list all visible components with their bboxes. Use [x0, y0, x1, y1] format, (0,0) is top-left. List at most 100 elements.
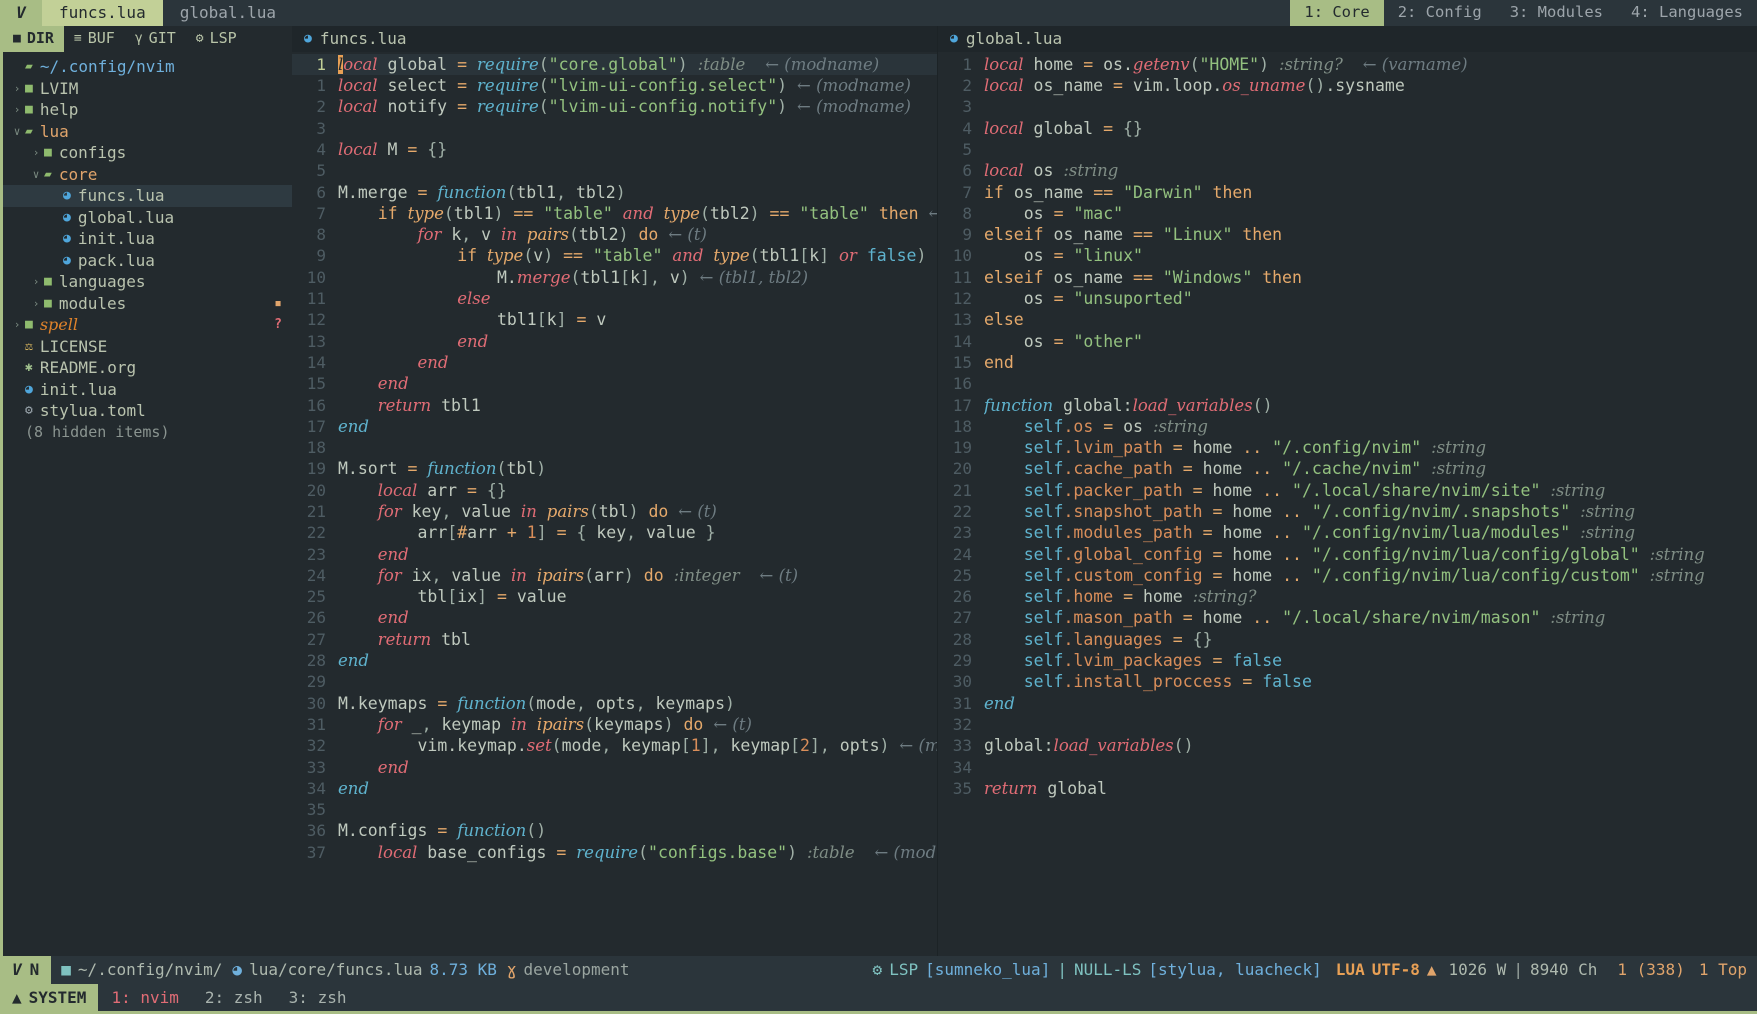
right-code-line[interactable]: 28 self.languages = {}	[938, 629, 1757, 650]
right-code-line[interactable]: 6 local os :string	[938, 160, 1757, 181]
left-code-line[interactable]: 24 for ix, value in ipairs(arr) do :inte…	[292, 565, 937, 586]
tree-item-core[interactable]: ∨ ▰ core	[3, 164, 292, 186]
left-code-line[interactable]: 12 tbl1[k] = v	[292, 310, 937, 331]
right-code-line[interactable]: 12 os = "unsuported"	[938, 288, 1757, 309]
left-code-line[interactable]: 31 for _, keymap in ipairs(keymaps) do ←…	[292, 714, 937, 735]
left-code-line[interactable]: 7 if type(tbl1) == "table" and type(tbl2…	[292, 203, 937, 224]
chevron-right-icon[interactable]: ›	[28, 293, 44, 315]
tree-item-init-lua[interactable]: ◕ init.lua	[3, 379, 292, 401]
sidebar-tab-dir[interactable]: ■ DIR	[3, 26, 64, 52]
tree-item-global-lua[interactable]: ◕ global.lua	[3, 207, 292, 229]
right-code-line[interactable]: 9 elseif os_name == "Linux" then	[938, 224, 1757, 245]
right-code-line[interactable]: 3	[938, 97, 1757, 118]
right-code-line[interactable]: 15 end	[938, 352, 1757, 373]
right-code-line[interactable]: 7 if os_name == "Darwin" then	[938, 182, 1757, 203]
right-code-line[interactable]: 16	[938, 373, 1757, 394]
tree-item-readme-org[interactable]: ✱ README.org	[3, 357, 292, 379]
chevron-right-icon[interactable]: ›	[28, 271, 44, 293]
left-code-line[interactable]: 13 end	[292, 331, 937, 352]
right-code-line[interactable]: 33 global:load_variables()	[938, 736, 1757, 757]
left-code-line[interactable]: 23 end	[292, 544, 937, 565]
left-code-line[interactable]: 21 for key, value in pairs(tbl) do ← (t)	[292, 501, 937, 522]
left-code-line[interactable]: 18	[292, 437, 937, 458]
left-code-line[interactable]: 6 M.merge = function(tbl1, tbl2)	[292, 182, 937, 203]
right-code-line[interactable]: 19 self.lvim_path = home .. "/.config/nv…	[938, 437, 1757, 458]
right-code-line[interactable]: 5	[938, 139, 1757, 160]
left-code-line[interactable]: 26 end	[292, 608, 937, 629]
right-code-line[interactable]: 26 self.home = home :string?	[938, 586, 1757, 607]
left-code-line[interactable]: 27 return tbl	[292, 629, 937, 650]
left-code-line[interactable]: 19 M.sort = function(tbl)	[292, 459, 937, 480]
left-code-line[interactable]: 22 arr[#arr + 1] = { key, value }	[292, 523, 937, 544]
right-code-line[interactable]: 18 self.os = os :string	[938, 416, 1757, 437]
right-code-line[interactable]: 10 os = "linux"	[938, 246, 1757, 267]
lsp-segment[interactable]: ⚙ LSP [sumneko_lua] | NULL-LS [stylua, l…	[863, 956, 1332, 984]
cwd-segment[interactable]: ■ ~/.config/nvim/	[51, 956, 232, 984]
left-code-line[interactable]: 9 if type(v) == "table" and type(tbl1[k]…	[292, 246, 937, 267]
right-code-line[interactable]: 21 self.packer_path = home .. "/.local/s…	[938, 480, 1757, 501]
left-code-line[interactable]: 5	[292, 160, 937, 181]
tree-item-init-lua[interactable]: ◕ init.lua	[3, 228, 292, 250]
tree-item-license[interactable]: ⚖ LICENSE	[3, 336, 292, 358]
right-code-line[interactable]: 8 os = "mac"	[938, 203, 1757, 224]
chevron-down-icon[interactable]: ∨	[28, 164, 44, 186]
left-code-line[interactable]: 37 local base_configs = require("configs…	[292, 842, 937, 863]
left-code-line[interactable]: 36 M.configs = function()	[292, 821, 937, 842]
tree-item-help[interactable]: › ■ help	[3, 99, 292, 121]
left-code-line[interactable]: 1 local global = require("core.global") :…	[292, 54, 937, 76]
filename-segment[interactable]: ◕ lua/core/funcs.lua 8.73 KB	[232, 956, 506, 984]
left-code-line[interactable]: 1 local select = require("lvim-ui-config.…	[292, 75, 937, 96]
tabpage-1[interactable]: 2: Config	[1383, 0, 1496, 26]
terminal-tab-1[interactable]: 2: zsh	[192, 984, 276, 1011]
code-area-right[interactable]: 1 local home = os.getenv("HOME") :string?…	[938, 52, 1757, 956]
tree-item-funcs-lua[interactable]: ◕ funcs.lua	[3, 185, 292, 207]
right-code-line[interactable]: 24 self.global_config = home .. "/.confi…	[938, 544, 1757, 565]
left-code-line[interactable]: 15 end	[292, 373, 937, 394]
terminal-tab-0[interactable]: 1: nvim	[98, 984, 191, 1011]
tree-item-lvim[interactable]: › ■ LVIM	[3, 78, 292, 100]
tabpage-2[interactable]: 3: Modules	[1495, 0, 1618, 26]
right-code-line[interactable]: 25 self.custom_config = home .. "/.confi…	[938, 565, 1757, 586]
left-code-line[interactable]: 17 end	[292, 416, 937, 437]
tree-item--8-hidden-items-[interactable]: (8 hidden items)	[3, 422, 292, 444]
right-code-line[interactable]: 4 local global = {}	[938, 118, 1757, 139]
left-code-line[interactable]: 20 local arr = {}	[292, 480, 937, 501]
right-code-line[interactable]: 27 self.mason_path = home .. "/.local/sh…	[938, 608, 1757, 629]
left-code-line[interactable]: 28 end	[292, 650, 937, 671]
tabpage-3[interactable]: 4: Languages	[1617, 0, 1757, 26]
right-code-line[interactable]: 22 self.snapshot_path = home .. "/.confi…	[938, 501, 1757, 522]
left-code-line[interactable]: 34 end	[292, 778, 937, 799]
left-code-line[interactable]: 29	[292, 672, 937, 693]
right-code-line[interactable]: 2 local os_name = vim.loop.os_uname().sys…	[938, 75, 1757, 96]
right-code-line[interactable]: 31 end	[938, 693, 1757, 714]
left-code-line[interactable]: 10 M.merge(tbl1[k], v) ← (tbl1, tbl2)	[292, 267, 937, 288]
right-code-line[interactable]: 30 self.install_proccess = false	[938, 672, 1757, 693]
chevron-right-icon[interactable]: ›	[9, 78, 25, 100]
chevron-down-icon[interactable]: ∨	[9, 121, 25, 143]
right-code-line[interactable]: 11 elseif os_name == "Windows" then	[938, 267, 1757, 288]
git-branch-segment[interactable]: ɣ development	[507, 956, 640, 984]
tree-item-spell[interactable]: › ■ spell?	[3, 314, 292, 336]
left-code-line[interactable]: 11 else	[292, 288, 937, 309]
left-code-line[interactable]: 33 end	[292, 757, 937, 778]
right-code-line[interactable]: 13 else	[938, 310, 1757, 331]
tree-item-pack-lua[interactable]: ◕ pack.lua	[3, 250, 292, 272]
buffer-tab-1[interactable]: global.lua	[162, 0, 294, 26]
right-code-line[interactable]: 1 local home = os.getenv("HOME") :string?…	[938, 54, 1757, 75]
right-code-line[interactable]: 17 function global:load_variables()	[938, 395, 1757, 416]
right-code-line[interactable]: 14 os = "other"	[938, 331, 1757, 352]
tree-item-modules[interactable]: › ■ modules ▪	[3, 293, 292, 315]
chevron-right-icon[interactable]: ›	[9, 99, 25, 121]
right-code-line[interactable]: 23 self.modules_path = home .. "/.config…	[938, 523, 1757, 544]
chevron-right-icon[interactable]: ›	[9, 314, 25, 336]
right-code-line[interactable]: 29 self.lvim_packages = false	[938, 650, 1757, 671]
tree-item-languages[interactable]: › ■ languages	[3, 271, 292, 293]
left-code-line[interactable]: 35	[292, 799, 937, 820]
left-code-line[interactable]: 14 end	[292, 352, 937, 373]
tree-item-stylua-toml[interactable]: ⚙ stylua.toml	[3, 400, 292, 422]
left-code-line[interactable]: 8 for k, v in pairs(tbl2) do ← (t)	[292, 224, 937, 245]
right-code-line[interactable]: 34	[938, 757, 1757, 778]
right-code-line[interactable]: 35 return global	[938, 778, 1757, 799]
chevron-right-icon[interactable]: ›	[28, 142, 44, 164]
tree-item-configs[interactable]: › ■ configs	[3, 142, 292, 164]
